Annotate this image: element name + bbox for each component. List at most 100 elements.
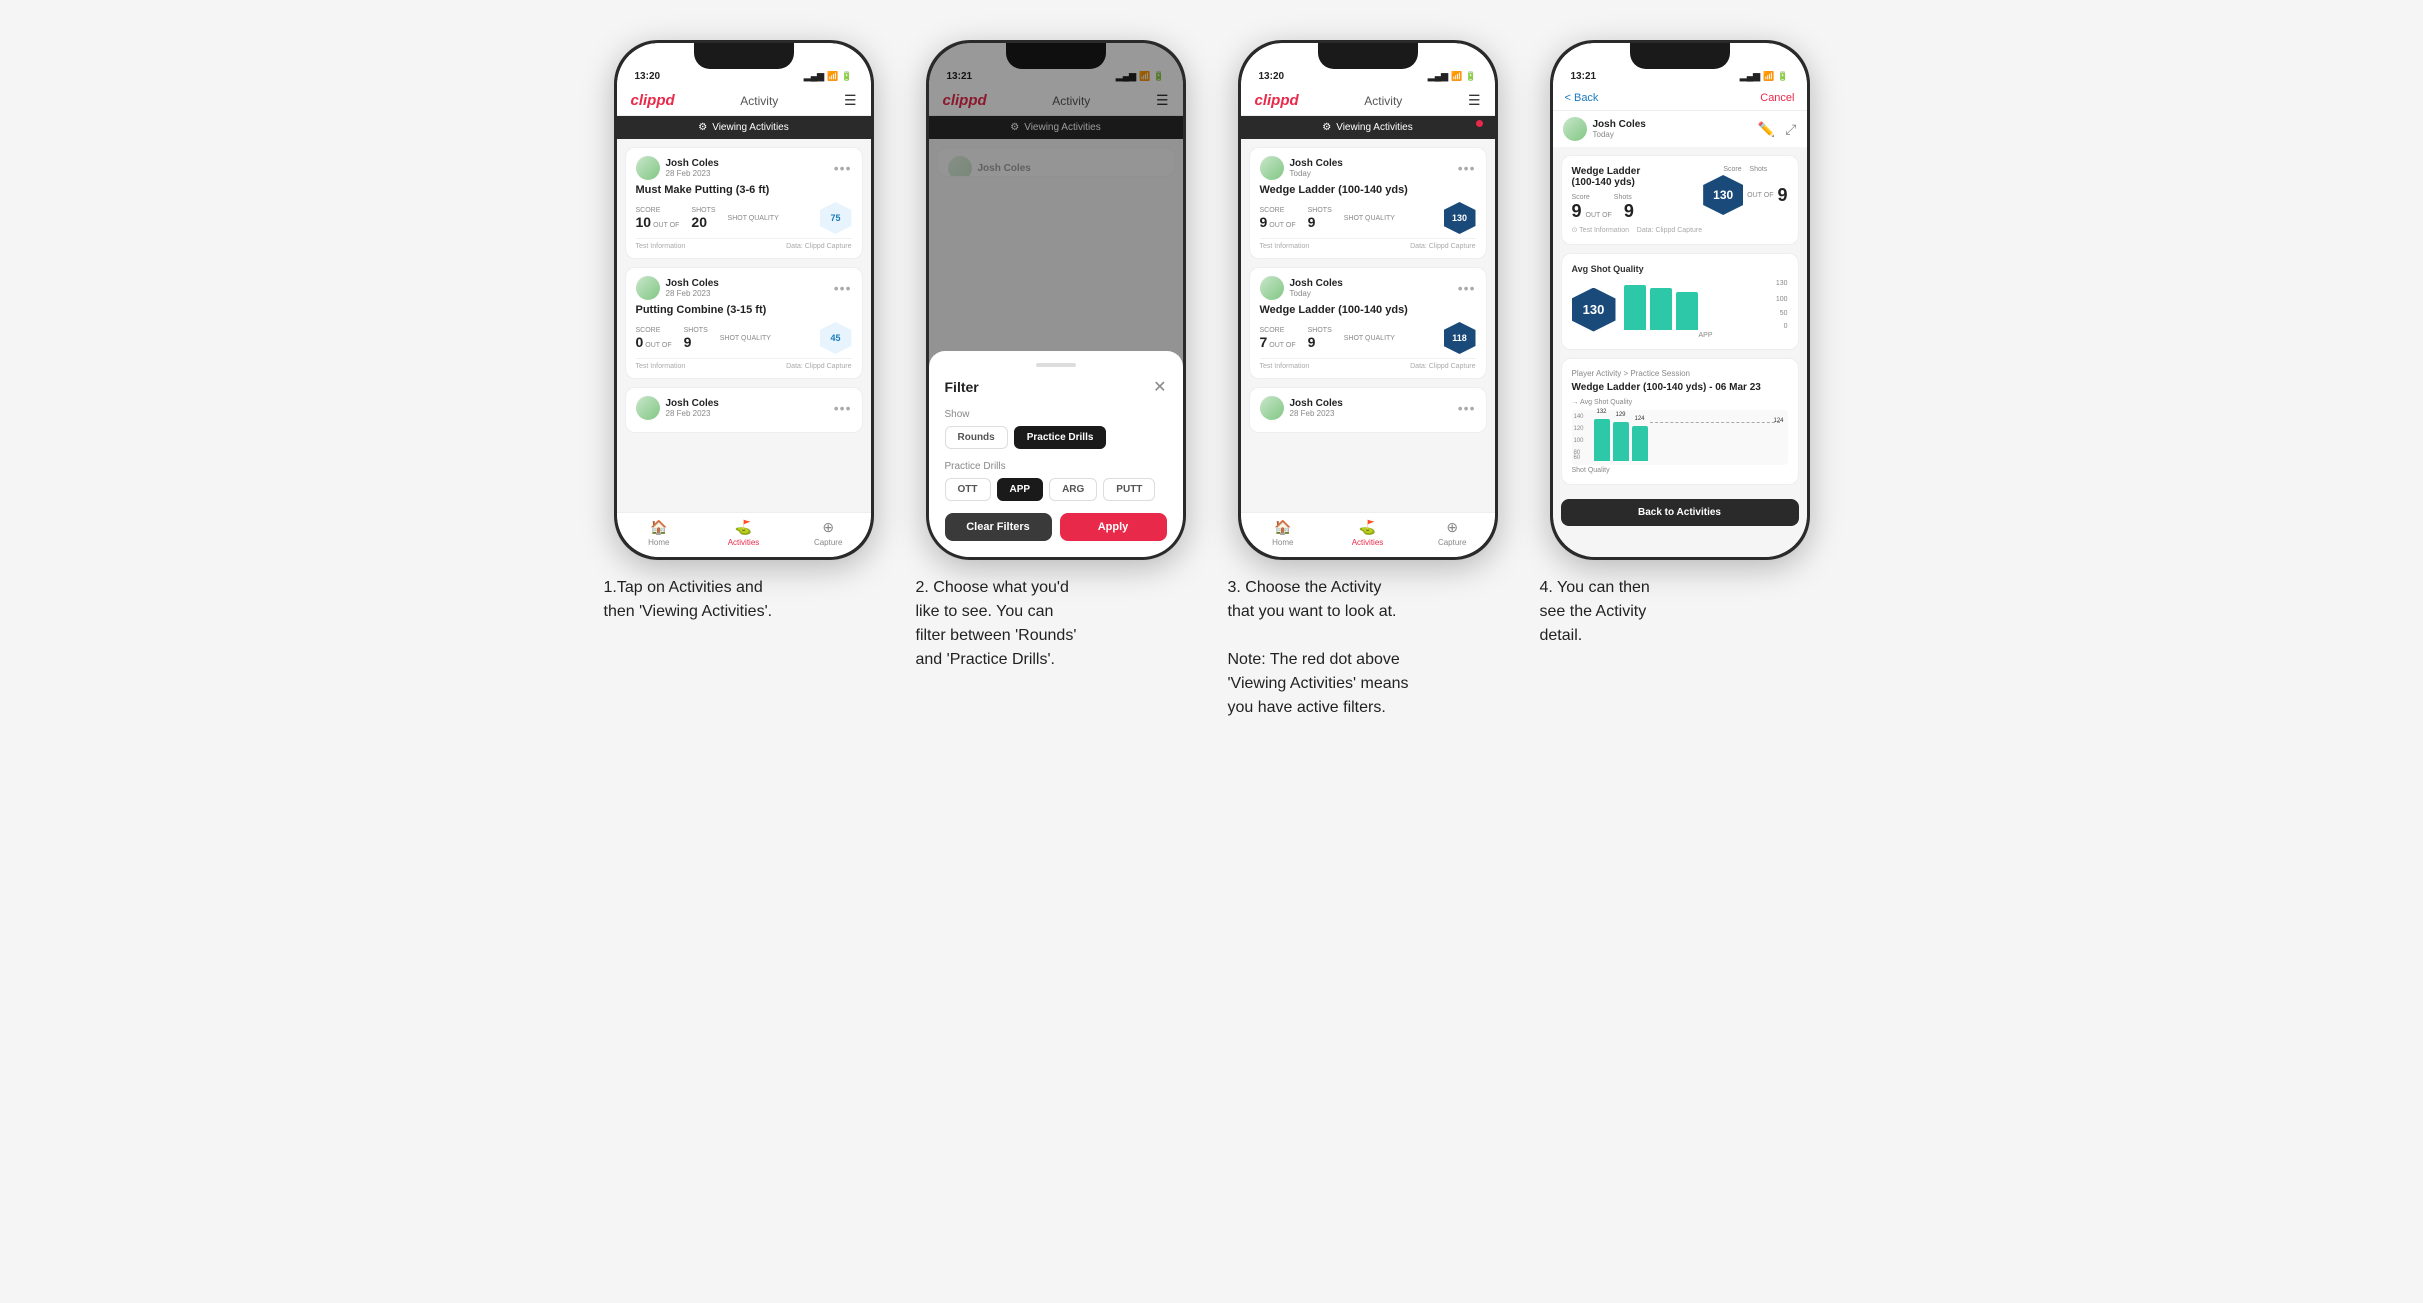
card-menu-1-3[interactable]: ••• [834, 400, 852, 416]
apply-btn-2[interactable]: Apply [1060, 513, 1167, 541]
detail-user-row-4: Josh Coles Today ✏️ ⤢ [1553, 111, 1807, 147]
stat-score-label-3-1: Score [1260, 207, 1296, 214]
mini-bar-4-3 [1632, 426, 1648, 461]
card-data-src-3-2: Data: Clippd Capture [1410, 363, 1475, 370]
stat-shots-1-2: Shots 9 [684, 327, 708, 350]
detail-score-card-4: Wedge Ladder(100-140 yds) Score Shots 9 … [1561, 155, 1799, 245]
user-details-3-2: Josh Coles Today [1290, 278, 1343, 298]
drill-putt-btn-2[interactable]: PUTT [1103, 478, 1155, 501]
activity-card-3-2[interactable]: Josh Coles Today ••• Wedge Ladder (100-1… [1249, 267, 1487, 379]
nav-home-3[interactable]: 🏠 Home [1241, 519, 1326, 547]
detail-user-info-4: Josh Coles Today [1563, 117, 1646, 141]
nav-home-1[interactable]: 🏠 Home [617, 519, 702, 547]
stat-outof-1-1: OUT OF [653, 222, 679, 229]
cancel-link-4[interactable]: Cancel [1760, 92, 1794, 104]
battery-icon-3: 🔋 [1465, 71, 1476, 82]
filter-bar-3[interactable]: ⚙ Viewing Activities [1241, 116, 1495, 139]
filter-modal-2: Filter ✕ Show Rounds Practice Drills Pra… [929, 351, 1183, 557]
stat-sq-1-1: Shot Quality [728, 215, 779, 222]
modal-overlay-2[interactable]: Filter ✕ Show Rounds Practice Drills Pra… [929, 43, 1183, 557]
card-stats-3-2: Score 7 OUT OF Shots 9 [1260, 322, 1476, 354]
expand-icon-4[interactable]: ⤢ [1785, 121, 1796, 138]
filter-rounds-btn-2[interactable]: Rounds [945, 426, 1008, 449]
card-title-1-1: Must Make Putting (3-6 ft) [636, 184, 852, 196]
detail-test-info-4: ⊙ Test Information Data: Clippd Capture [1572, 226, 1788, 234]
nav-capture-1[interactable]: ⊕ Capture [786, 519, 871, 547]
user-info-1-2: Josh Coles 28 Feb 2023 [636, 276, 719, 300]
chart-max-label-4: 130 [1776, 280, 1788, 287]
activity-scroll-1: Josh Coles 28 Feb 2023 ••• Must Make Put… [617, 139, 871, 512]
signal-icon-4: ▂▄▆ [1740, 71, 1760, 82]
user-details-3-3: Josh Coles 28 Feb 2023 [1290, 398, 1343, 418]
modal-show-label-2: Show [945, 409, 1167, 420]
shot-quality-hex-1-1: 75 [820, 202, 852, 234]
card-footer-3-2: Test Information Data: Clippd Capture [1260, 358, 1476, 370]
notch-1 [694, 43, 794, 69]
user-info-3-3: Josh Coles 28 Feb 2023 [1260, 396, 1343, 420]
edit-icon-4[interactable]: ✏️ [1758, 121, 1775, 138]
back-link-4[interactable]: < Back [1565, 92, 1599, 104]
nav-activities-3[interactable]: ⛳ Activities [1325, 519, 1410, 547]
activity-card-3-3[interactable]: Josh Coles 28 Feb 2023 ••• [1249, 387, 1487, 433]
stat-shots-label-1-2: Shots [684, 327, 708, 334]
card-test-info-1-2: Test Information [636, 363, 686, 370]
card-stats-1-1: Score 10 OUT OF Shots 20 [636, 202, 852, 234]
drill-app-btn-2[interactable]: APP [997, 478, 1044, 501]
filter-bar-1[interactable]: ⚙ Viewing Activities [617, 116, 871, 139]
user-name-3-3: Josh Coles [1290, 398, 1343, 409]
drill-ott-btn-2[interactable]: OTT [945, 478, 991, 501]
modal-close-2[interactable]: ✕ [1153, 377, 1166, 397]
stat-score-1-2: Score 0 OUT OF [636, 327, 672, 350]
avatar-4 [1563, 117, 1587, 141]
stat-shots-3-1: Shots 9 [1308, 207, 1332, 230]
nav-activities-1[interactable]: ⛳ Activities [701, 519, 786, 547]
activity-card-1-2[interactable]: Josh Coles 28 Feb 2023 ••• Putting Combi… [625, 267, 863, 379]
avg-line-4 [1650, 422, 1780, 423]
activity-card-1-1[interactable]: Josh Coles 28 Feb 2023 ••• Must Make Put… [625, 147, 863, 259]
card-header-3-2: Josh Coles Today ••• [1260, 276, 1476, 300]
card-menu-3-3[interactable]: ••• [1458, 400, 1476, 416]
card-title-3-2: Wedge Ladder (100-140 yds) [1260, 304, 1476, 316]
stat-sq-3-1: Shot Quality [1344, 215, 1395, 222]
clear-filters-btn-2[interactable]: Clear Filters [945, 513, 1052, 541]
user-info-1-3: Josh Coles 28 Feb 2023 [636, 396, 719, 420]
phone-2: 13:21 ▂▄▆ 📶 🔋 clippd Activity ☰ ⚙ Viewin… [926, 40, 1186, 560]
stat-shots-val-3-1: 9 [1308, 214, 1332, 230]
detail-shots-right-4: 9 [1777, 185, 1787, 206]
bottom-nav-3: 🏠 Home ⛳ Activities ⊕ Capture [1241, 512, 1495, 557]
app-header-1: clippd Activity ☰ [617, 86, 871, 116]
filter-show-group-2: Rounds Practice Drills [945, 426, 1167, 449]
card-menu-3-1[interactable]: ••• [1458, 160, 1476, 176]
user-name-1-1: Josh Coles [666, 158, 719, 169]
status-time-3: 13:20 [1259, 71, 1285, 82]
card-data-src-3-1: Data: Clippd Capture [1410, 243, 1475, 250]
phones-row: 13:20 ▂▄▆ 📶 🔋 clippd Activity ☰ ⚙ Vi [604, 40, 1820, 720]
avatar-1-2 [636, 276, 660, 300]
modal-actions-2: Clear Filters Apply [945, 513, 1167, 541]
user-name-3-2: Josh Coles [1290, 278, 1343, 289]
activity-card-3-1[interactable]: Josh Coles Today ••• Wedge Ladder (100-1… [1249, 147, 1487, 259]
stat-sq-label-3-1: Shot Quality [1344, 215, 1395, 222]
battery-icon-4: 🔋 [1777, 71, 1788, 82]
activity-card-1-3[interactable]: Josh Coles 28 Feb 2023 ••• [625, 387, 863, 433]
drill-arg-btn-2[interactable]: ARG [1049, 478, 1097, 501]
menu-icon-1[interactable]: ☰ [844, 92, 857, 109]
activities-icon-3: ⛳ [1359, 519, 1376, 536]
card-menu-3-2[interactable]: ••• [1458, 280, 1476, 296]
menu-icon-3[interactable]: ☰ [1468, 92, 1481, 109]
stat-score-1-1: Score 10 OUT OF [636, 207, 680, 230]
phone-col-4: 13:21 ▂▄▆ 📶 🔋 < Back Cancel [1540, 40, 1820, 648]
stat-score-3-2: Score 7 OUT OF [1260, 327, 1296, 350]
filter-label-3: Viewing Activities [1336, 122, 1413, 133]
nav-capture-3[interactable]: ⊕ Capture [1410, 519, 1495, 547]
status-icons-1: ▂▄▆ 📶 🔋 [804, 71, 853, 82]
status-icons-4: ▂▄▆ 📶 🔋 [1740, 71, 1789, 82]
caption-1: 1.Tap on Activities andthen 'Viewing Act… [604, 576, 884, 624]
filter-practice-btn-2[interactable]: Practice Drills [1014, 426, 1107, 449]
modal-practice-label-2: Practice Drills [945, 461, 1167, 472]
filter-icon-1: ⚙ [698, 122, 707, 133]
card-menu-1-1[interactable]: ••• [834, 160, 852, 176]
back-to-activities-btn-4[interactable]: Back to Activities [1561, 499, 1799, 526]
card-menu-1-2[interactable]: ••• [834, 280, 852, 296]
card-data-src-1-2: Data: Clippd Capture [786, 363, 851, 370]
